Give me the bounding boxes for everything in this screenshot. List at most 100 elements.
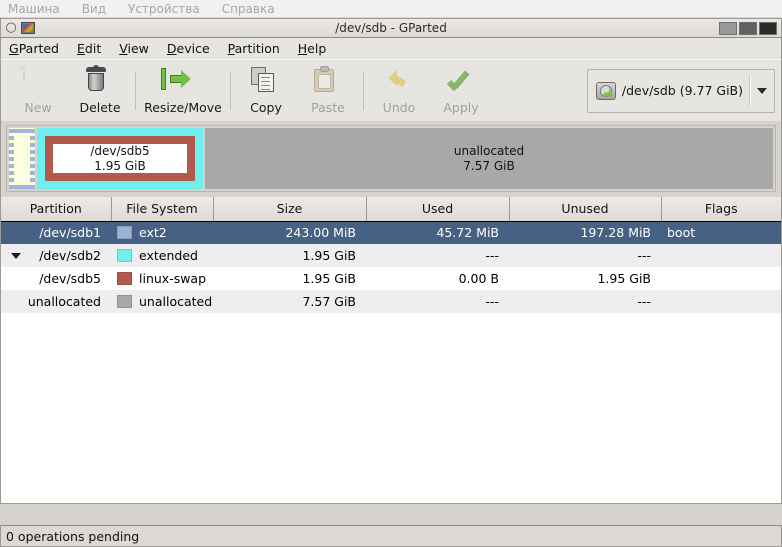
minimize-button[interactable] [719, 21, 737, 35]
diskmap-block-sdb2-extended[interactable]: /dev/sdb5 1.95 GiB [37, 128, 203, 189]
toolbar-separator [230, 71, 231, 110]
vm-menu-devices[interactable]: Устройства [128, 2, 200, 16]
apply-button[interactable]: Apply [430, 63, 492, 119]
cell-size: 1.95 GiB [213, 244, 366, 267]
menu-help-mnemonic: H [297, 41, 308, 56]
expander-triangle-icon[interactable] [11, 252, 21, 259]
vm-menu-view[interactable]: Вид [82, 2, 106, 16]
filesystem-color-swatch [117, 249, 132, 262]
cell-unused: --- [509, 290, 661, 313]
cell-size: 7.57 GiB [213, 290, 366, 313]
diskmap-unallocated-name: unallocated [453, 143, 525, 158]
image-icon [21, 22, 35, 34]
device-selector-label: /dev/sdb (9.77 GiB) [621, 83, 743, 98]
cell-filesystem: ext2 [111, 221, 213, 244]
row-partition-name: /dev/sdb5 [39, 271, 101, 286]
menu-view-label: iew [127, 41, 149, 56]
filesystem-color-swatch [117, 272, 132, 285]
disk-map: /dev/sdb5 1.95 GiB unallocated 7.57 GiB [6, 125, 776, 192]
menu-device[interactable]: Device [167, 41, 210, 56]
new-button-label: New [24, 99, 52, 115]
cell-flags [661, 290, 781, 313]
cell-used: 45.72 MiB [366, 221, 509, 244]
copy-button[interactable]: Copy [235, 63, 297, 119]
menu-partition[interactable]: Partition [228, 41, 280, 56]
row-partition-name: /dev/sdb1 [39, 225, 101, 241]
diskmap-sdb5-name: /dev/sdb5 [90, 143, 150, 158]
cell-flags: boot [661, 221, 781, 244]
column-header-size[interactable]: Size [213, 197, 367, 222]
diskmap-unallocated-size: 7.57 GiB [463, 158, 515, 173]
chevron-down-icon[interactable] [757, 87, 767, 94]
column-header-filesystem[interactable]: File System [111, 197, 214, 222]
status-bar: 0 operations pending [0, 525, 782, 547]
maximize-button[interactable] [739, 21, 757, 35]
table-header-row: Partition File System Size Used Unused F… [1, 197, 781, 222]
menu-view-mnemonic: V [119, 41, 128, 56]
filesystem-color-swatch [117, 226, 132, 240]
cell-used: 0.00 B [366, 267, 509, 290]
table-row[interactable]: /dev/sdb5 linux-swap 1.95 GiB 0.00 B 1.9… [1, 267, 781, 290]
delete-button[interactable]: Delete [69, 63, 131, 119]
cell-used: --- [366, 290, 509, 313]
column-header-flags[interactable]: Flags [661, 197, 781, 222]
paste-button[interactable]: Paste [297, 63, 359, 119]
table-row[interactable]: /dev/sdb2 extended 1.95 GiB --- --- [1, 244, 781, 267]
cell-size: 1.95 GiB [213, 267, 366, 290]
column-header-used[interactable]: Used [366, 197, 510, 222]
toolbar-separator [363, 71, 364, 110]
cell-partition: /dev/sdb1 [1, 221, 111, 244]
cell-partition: /dev/sdb2 [1, 244, 111, 267]
column-header-unused[interactable]: Unused [509, 197, 662, 222]
toolbar: New Delete Resize/Move Copy Paste Undo A… [0, 59, 782, 121]
undo-button-label: Undo [382, 99, 416, 115]
cell-unused: --- [509, 244, 661, 267]
cell-partition: /dev/sdb5 [1, 267, 111, 290]
menu-gparted-mnemonic: G [9, 41, 19, 56]
menu-partition-mnemonic: P [227, 41, 235, 56]
table-row[interactable]: /dev/sdb1 ext2 243.00 MiB 45.72 MiB 197.… [1, 221, 781, 244]
copy-icon [251, 66, 281, 97]
window-titlebar[interactable]: ○ /dev/sdb - GParted [0, 18, 782, 38]
window-title: /dev/sdb - GParted [335, 21, 447, 35]
undo-arrow-icon [384, 67, 414, 97]
column-header-partition[interactable]: Partition [1, 197, 112, 222]
partition-table: Partition File System Size Used Unused F… [1, 197, 781, 313]
partition-table-container[interactable]: Partition File System Size Used Unused F… [0, 197, 782, 504]
cell-flags [661, 267, 781, 290]
resize-move-button[interactable]: Resize/Move [140, 63, 226, 119]
resize-arrow-icon [161, 67, 198, 97]
diskmap-block-unallocated[interactable]: unallocated 7.57 GiB [205, 128, 773, 189]
menu-view[interactable]: View [119, 41, 149, 56]
undo-button[interactable]: Undo [368, 63, 430, 119]
disk-map-container: /dev/sdb5 1.95 GiB unallocated 7.57 GiB [0, 121, 782, 197]
toolbar-separator [135, 71, 136, 110]
vm-menubar: Машина Вид Устройства Справка [0, 0, 782, 18]
diskmap-block-sdb5[interactable]: /dev/sdb5 1.95 GiB [45, 136, 195, 181]
resize-move-button-label: Resize/Move [144, 99, 222, 115]
device-selector[interactable]: /dev/sdb (9.77 GiB) [586, 68, 775, 113]
diskmap-block-sdb1[interactable] [9, 128, 35, 189]
paste-button-label: Paste [311, 99, 345, 115]
close-button[interactable] [759, 21, 777, 35]
cell-filesystem: linux-swap [111, 267, 213, 290]
copy-button-label: Copy [250, 99, 282, 115]
menu-device-mnemonic: D [166, 41, 177, 56]
menu-edit-label: dit [84, 41, 102, 56]
table-row[interactable]: unallocated unallocated 7.57 GiB --- --- [1, 290, 781, 313]
menu-edit[interactable]: Edit [77, 41, 101, 56]
cell-unused: 1.95 GiB [509, 267, 661, 290]
filesystem-color-swatch [117, 295, 132, 308]
row-partition-name: unallocated [27, 294, 101, 309]
new-button[interactable]: New [7, 63, 69, 119]
vm-menu-machine[interactable]: Машина [8, 2, 60, 16]
trash-icon [85, 64, 115, 97]
row-filesystem-label: ext2 [139, 225, 167, 241]
row-filesystem-label: linux-swap [139, 271, 207, 286]
spiral-icon: ○ [5, 20, 17, 35]
diskmap-sdb5-size: 1.95 GiB [94, 158, 146, 173]
vm-menu-help[interactable]: Справка [222, 2, 275, 16]
menu-device-label: evice [176, 41, 210, 56]
menu-help[interactable]: Help [298, 41, 327, 56]
menu-gparted[interactable]: GParted [9, 41, 59, 56]
